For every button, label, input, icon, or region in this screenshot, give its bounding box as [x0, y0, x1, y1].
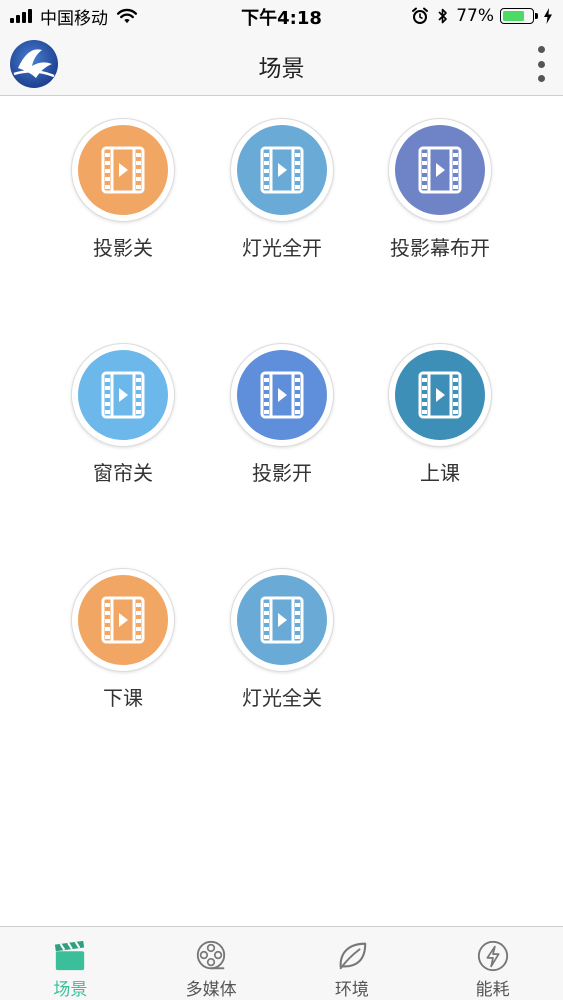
- video-film-icon: [260, 596, 304, 644]
- lightning-icon: [477, 940, 508, 972]
- scene-button[interactable]: 窗帘关: [43, 321, 203, 485]
- video-film-icon: [260, 146, 304, 194]
- scene-icon-circle: [78, 575, 168, 665]
- scene-button[interactable]: 上课: [360, 321, 520, 485]
- scene-icon-circle: [78, 350, 168, 440]
- tab-label: 环境: [334, 980, 369, 1000]
- battery-level-fill: [503, 11, 524, 21]
- more-dot-icon: [537, 60, 545, 68]
- status-bar: 中国移动 下午4:18 77%: [0, 0, 563, 32]
- scene-label: 灯光全关: [242, 686, 322, 710]
- scene-icon-ring: [388, 118, 492, 222]
- scene-label: 下课: [103, 686, 143, 710]
- scene-button[interactable]: 投影开: [202, 321, 362, 485]
- leaf-icon: [339, 942, 367, 970]
- video-film-icon: [101, 146, 145, 194]
- video-film-icon: [101, 596, 145, 644]
- battery-percentage: 77%: [456, 6, 494, 26]
- video-film-icon: [418, 146, 462, 194]
- scene-icon-circle: [237, 350, 327, 440]
- scene-icon-circle: [78, 125, 168, 215]
- scene-icon-circle: [237, 575, 327, 665]
- tab-clapperboard[interactable]: 场景: [0, 927, 141, 1000]
- battery-icon: [500, 8, 534, 24]
- scene-icon-ring: [71, 343, 175, 447]
- app-header: 场景: [0, 32, 563, 96]
- scene-button[interactable]: 投影幕布开: [360, 96, 520, 260]
- page-title: 场景: [258, 56, 305, 82]
- tab-film-reel[interactable]: 多媒体: [141, 927, 282, 1000]
- scene-label: 投影开: [252, 461, 312, 485]
- video-film-icon: [260, 371, 304, 419]
- scene-button[interactable]: 灯光全开: [202, 96, 362, 260]
- film-reel-icon: [196, 940, 226, 970]
- scene-icon-ring: [230, 568, 334, 672]
- tab-leaf[interactable]: 环境: [282, 927, 423, 1000]
- scene-button[interactable]: 下课: [43, 546, 203, 710]
- scene-label: 投影关: [93, 236, 153, 260]
- scene-icon-circle: [395, 125, 485, 215]
- scene-button[interactable]: 灯光全关: [202, 546, 362, 710]
- scene-label: 投影幕布开: [390, 236, 490, 260]
- scene-icon-ring: [230, 118, 334, 222]
- video-film-icon: [101, 371, 145, 419]
- scene-icon-circle: [395, 350, 485, 440]
- alarm-clock-icon: [412, 7, 429, 24]
- scene-grid: 投影关 灯光全开 投影幕布开 窗帘关 投影开 上课 下课 灯光全关: [0, 96, 563, 926]
- more-dot-icon: [537, 75, 545, 82]
- scene-icon-circle: [237, 125, 327, 215]
- tab-lightning[interactable]: 能耗: [422, 927, 563, 1000]
- scene-label: 上课: [420, 461, 460, 485]
- scene-icon-ring: [71, 118, 175, 222]
- scene-label: 窗帘关: [93, 461, 153, 485]
- scene-button[interactable]: 投影关: [43, 96, 203, 260]
- clapperboard-icon: [55, 940, 85, 971]
- more-options-button[interactable]: [533, 46, 549, 82]
- tab-label: 能耗: [475, 980, 510, 1000]
- scene-icon-ring: [230, 343, 334, 447]
- bluetooth-icon: [438, 8, 448, 24]
- video-film-icon: [418, 371, 462, 419]
- more-dot-icon: [537, 46, 545, 53]
- scene-icon-ring: [71, 568, 175, 672]
- tab-label: 场景: [53, 980, 88, 1000]
- charging-bolt-icon: [544, 8, 552, 24]
- scene-icon-ring: [388, 343, 492, 447]
- scene-label: 灯光全开: [242, 236, 322, 260]
- tab-label: 多媒体: [185, 980, 237, 1000]
- bottom-tab-bar: 场景 多媒体 环境 能耗: [0, 926, 563, 1000]
